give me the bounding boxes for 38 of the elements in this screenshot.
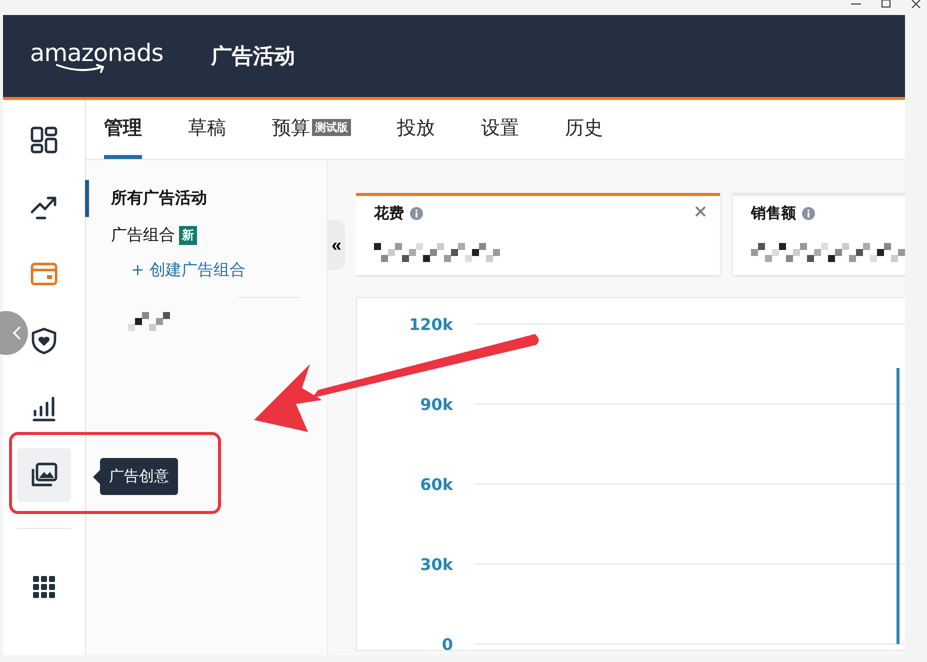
rail-button[interactable]: [30, 126, 58, 154]
metric-label: 销售额: [751, 204, 796, 223]
redacted-value: [128, 312, 170, 332]
page-title: 广告活动: [211, 43, 296, 70]
axis-label: 30k: [420, 555, 453, 574]
rail-button[interactable]: [17, 448, 71, 502]
tab[interactable]: 投放: [397, 100, 435, 159]
close-icon[interactable]: [911, 0, 921, 8]
info-icon: [802, 207, 815, 220]
tab[interactable]: 草稿: [188, 100, 226, 159]
metric-label: 花费: [374, 204, 404, 223]
rail-button[interactable]: [30, 326, 58, 354]
tab[interactable]: 设置: [481, 100, 519, 159]
chevron-icon: [12, 325, 22, 341]
pointer-icon: [93, 470, 100, 484]
images-icon: [30, 460, 58, 488]
create-link[interactable]: + 创建广告组合: [131, 260, 327, 281]
metric-card[interactable]: 花费: [356, 193, 720, 275]
tab[interactable]: 预算 测试版: [272, 100, 351, 159]
metric-card[interactable]: 销售额: [733, 193, 905, 275]
shield-heart-icon: [30, 326, 58, 354]
dashboard-icon: [30, 126, 58, 154]
rail-button[interactable]: [30, 394, 58, 422]
axis-label: 0: [442, 635, 453, 650]
axis-label: 60k: [420, 475, 453, 494]
logo: amazonads: [30, 39, 164, 73]
bar-chart-icon: [30, 394, 58, 422]
maximize-icon[interactable]: [881, 0, 891, 8]
info-icon: [410, 207, 423, 220]
new-badge: 新: [179, 226, 197, 245]
collapse-button[interactable]: «: [328, 220, 345, 270]
tooltip: 广告创意: [93, 458, 178, 495]
axis-label: 120k: [408, 315, 453, 334]
nav-item[interactable]: 广告组合 新: [85, 217, 327, 254]
tab[interactable]: 历史: [565, 100, 603, 159]
beta-badge: 测试版: [312, 119, 351, 136]
apps-grid-icon: [33, 576, 55, 598]
axis-label: 90k: [420, 395, 453, 414]
